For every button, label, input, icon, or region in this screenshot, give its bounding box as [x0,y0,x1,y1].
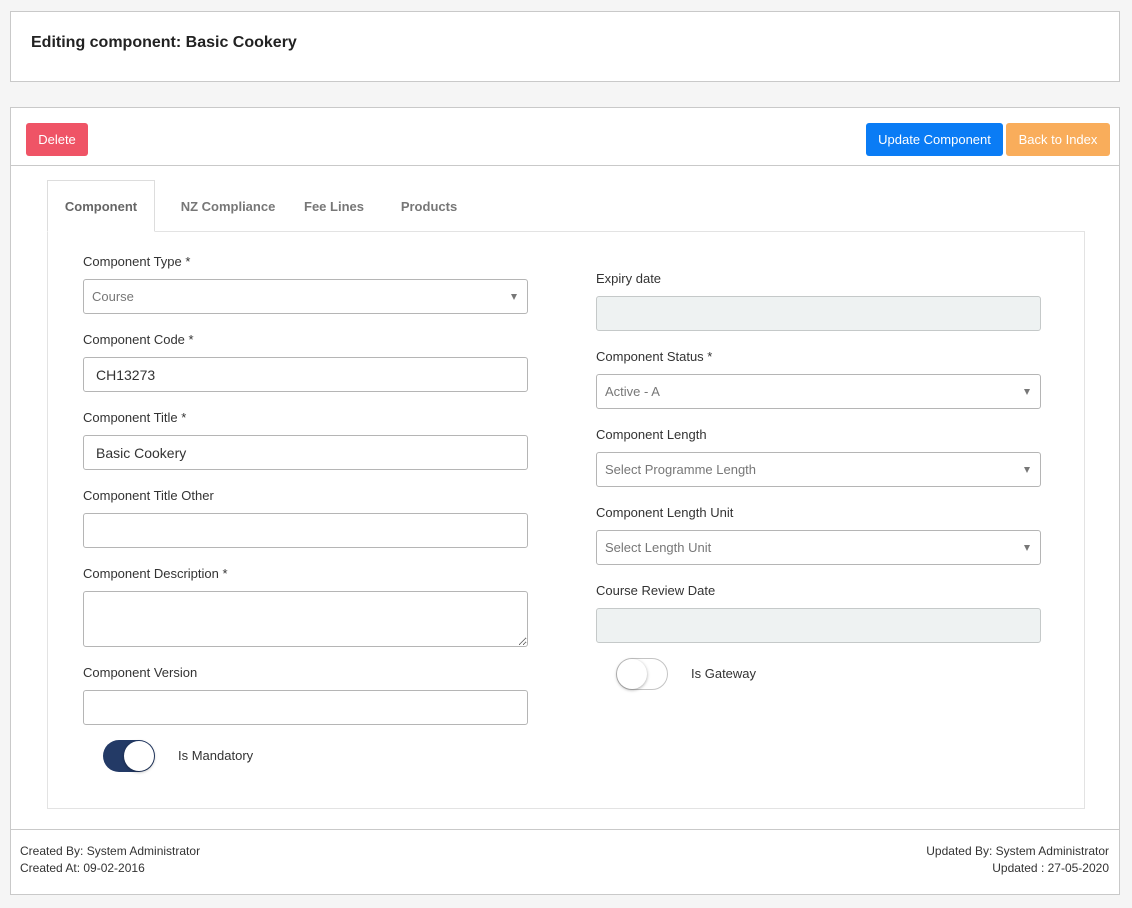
component-code-label: Component Code * [83,332,194,347]
chevron-down-icon [511,294,517,300]
component-length-unit-select[interactable]: Select Length Unit [596,530,1041,565]
toggle-knob [617,659,647,689]
main-panel: Delete Update Component Back to Index Co… [10,107,1120,895]
component-description-label: Component Description * [83,566,228,581]
updated-info: Updated By: System Administrator Updated… [926,843,1109,877]
chevron-down-icon [1024,545,1030,551]
component-length-unit-placeholder: Select Length Unit [605,540,712,555]
is-mandatory-label: Is Mandatory [178,748,254,763]
expiry-date-label: Expiry date [596,271,662,286]
tab-component[interactable]: Component [47,180,155,232]
page-title: Editing component: Basic Cookery [31,34,297,51]
created-by-text: Created By: System Administrator [20,844,201,858]
expiry-date-input[interactable] [596,296,1041,331]
component-status-select[interactable]: Active - A [596,374,1041,409]
component-type-select[interactable]: Course [83,279,528,314]
component-type-value: Course [92,289,134,304]
component-description-textarea[interactable] [83,591,528,647]
component-title-other-label: Component Title Other [83,488,214,503]
chevron-down-icon [1024,467,1030,473]
is-gateway-toggle[interactable] [616,658,668,690]
audit-footer: Created By: System Administrator Created… [11,829,1119,895]
updated-by-text: Updated By: System Administrator [926,844,1109,858]
delete-button[interactable]: Delete [26,123,88,156]
course-review-date-label: Course Review Date [596,583,716,598]
component-length-placeholder: Select Programme Length [605,462,757,477]
created-info: Created By: System Administrator Created… [20,843,200,877]
is-mandatory-toggle[interactable] [103,740,155,772]
created-at-text: Created At: 09-02-2016 [20,861,145,875]
updated-at-text: Updated : 27-05-2020 [992,861,1109,875]
page-header: Editing component: Basic Cookery [10,11,1120,82]
update-component-button[interactable]: Update Component [866,123,1003,156]
component-status-label: Component Status * [596,349,713,364]
toggle-knob [124,741,154,771]
component-title-label: Component Title * [83,410,187,425]
tab-fee-lines[interactable]: Fee Lines [296,180,372,232]
component-code-input[interactable] [83,357,528,392]
component-length-unit-label: Component Length Unit [596,505,734,520]
component-version-label: Component Version [83,665,198,680]
component-type-label: Component Type * [83,254,191,269]
component-status-value: Active - A [605,384,660,399]
component-form: Component Type * Course Component Code *… [47,231,1085,809]
tab-nz-compliance[interactable]: NZ Compliance [163,180,293,232]
component-length-label: Component Length [596,427,707,442]
component-version-input[interactable] [83,690,528,725]
is-gateway-label: Is Gateway [691,666,757,681]
chevron-down-icon [1024,389,1030,395]
back-to-index-button[interactable]: Back to Index [1006,123,1110,156]
component-title-input[interactable] [83,435,528,470]
course-review-date-input[interactable] [596,608,1041,643]
component-length-select[interactable]: Select Programme Length [596,452,1041,487]
tab-products[interactable]: Products [386,180,472,232]
toolbar: Delete Update Component Back to Index [11,108,1119,166]
component-title-other-input[interactable] [83,513,528,548]
